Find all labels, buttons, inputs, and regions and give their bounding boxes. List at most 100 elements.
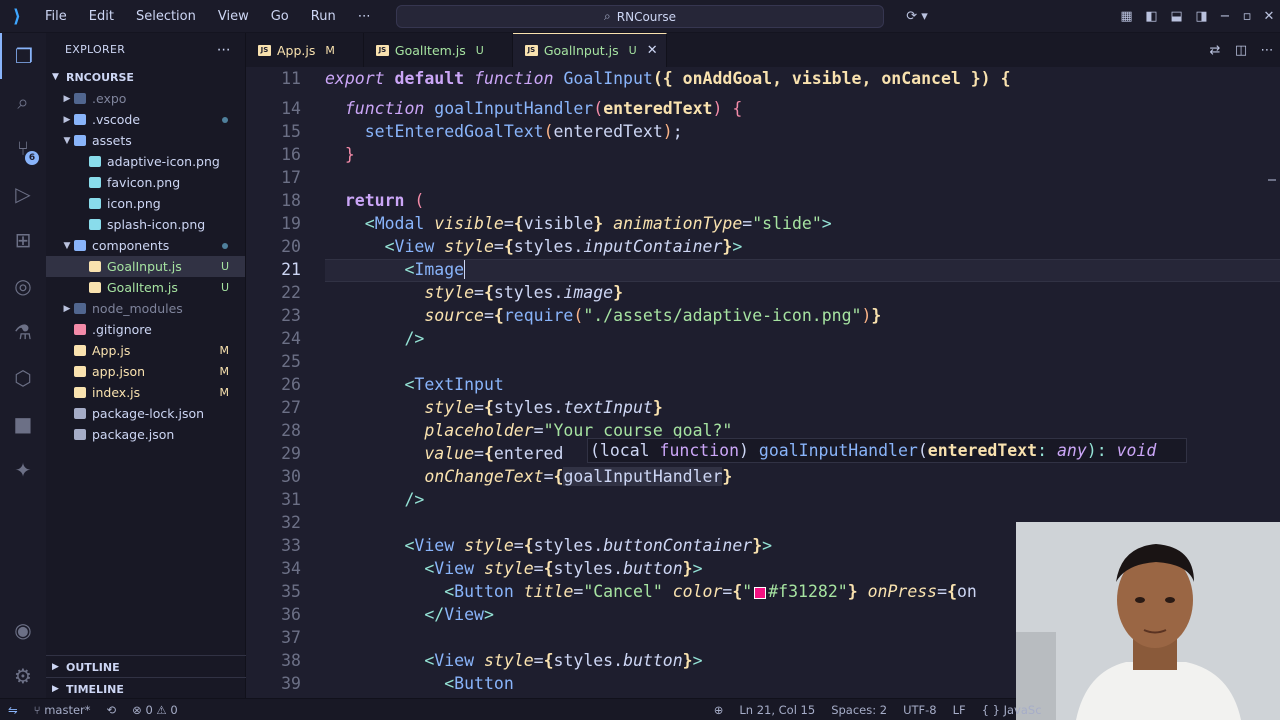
git-status-badge: M (219, 344, 230, 357)
remote-explorer-icon[interactable]: ◎ (0, 263, 46, 309)
account-icon[interactable]: ◉ (0, 607, 46, 653)
line-number: 34 (281, 559, 301, 578)
language-mode[interactable]: { } JavaSc (974, 703, 1050, 717)
file-item[interactable]: GoalInput.js U (46, 256, 245, 277)
folder-item[interactable]: ▶ .expo (46, 88, 245, 109)
search-view-icon[interactable]: ⌕ (0, 79, 46, 125)
js-file-icon: JS (375, 44, 389, 56)
copilot-chat-icon[interactable]: ✦ (0, 447, 46, 493)
file-item[interactable]: .gitignore (46, 319, 245, 340)
editor-tab[interactable]: JS App.js M (246, 33, 364, 67)
menu-item[interactable]: ⋯ (347, 0, 382, 33)
color-swatch[interactable] (754, 586, 767, 599)
line-number: 24 (281, 329, 301, 348)
file-item[interactable]: favicon.png (46, 172, 245, 193)
line-number: 33 (281, 536, 301, 555)
indentation[interactable]: Spaces: 2 (823, 703, 895, 717)
line-number: 20 (281, 237, 301, 256)
source-control-badge: 6 (25, 151, 39, 165)
encoding[interactable]: UTF-8 (895, 703, 945, 717)
tab-label: GoalInput.js (543, 43, 619, 58)
line-number: 21 (281, 260, 301, 279)
folder-item[interactable]: ▶ .vscode (46, 109, 245, 130)
tree-item-label: adaptive-icon.png (107, 154, 220, 169)
command-center[interactable]: ⌕ RNCourse (396, 5, 884, 28)
branch-name: master* (44, 702, 91, 717)
branch-item[interactable]: ⑂ master* (26, 703, 99, 717)
source-control-icon[interactable]: ⑂ (0, 125, 46, 171)
json-file-icon (74, 366, 86, 377)
explorer-sidebar: EXPLORER ⋯ ▼ RNCOURSE ▶ .expo ▶ .vscode ▼ ass… (46, 33, 246, 698)
cursor-position[interactable]: Ln 21, Col 15 (731, 703, 823, 717)
close-tab-icon[interactable]: ✕ (647, 43, 658, 58)
folder-item[interactable]: ▼ components (46, 235, 245, 256)
menu-bar: File Edit Selection View Go Run ⋯ (34, 0, 382, 33)
menu-item[interactable]: View (207, 0, 260, 33)
file-item[interactable]: index.js M (46, 382, 245, 403)
line-number: 25 (281, 352, 301, 371)
split-editor-icon[interactable]: ◫ (1228, 43, 1254, 58)
outline-section[interactable]: ▶ OUTLINE (46, 655, 246, 678)
code-line-27: style={styles.textInput} (424, 398, 663, 417)
remote-icon[interactable]: ⇋ (0, 703, 26, 717)
toggle-panel-icon[interactable]: ⬓ (1164, 9, 1189, 24)
code-line-22: style={styles.image} (424, 283, 624, 302)
folder-icon (74, 93, 86, 104)
tree-item-label: package-lock.json (92, 406, 205, 421)
menu-item[interactable]: Selection (125, 0, 207, 33)
more-actions-icon[interactable]: ⋯ (217, 42, 231, 58)
manage-gear-icon[interactable]: ⚙ (0, 653, 46, 699)
line-ending[interactable]: LF (945, 703, 974, 717)
editor-tab[interactable]: JS GoalItem.js U (364, 33, 513, 67)
zoom-icon[interactable]: ⊕ (706, 703, 732, 717)
layout-customize-icon[interactable]: ▦ (1114, 9, 1139, 24)
explorer-icon[interactable]: ❐ (0, 33, 46, 79)
menu-item[interactable]: File (34, 0, 78, 33)
file-item[interactable]: GoalItem.js U (46, 277, 245, 298)
run-debug-icon[interactable]: ▷ (0, 171, 46, 217)
testing-icon[interactable]: ⚗ (0, 309, 46, 355)
file-item[interactable]: package-lock.json (46, 403, 245, 424)
code-line-36: </View> (424, 605, 494, 624)
minimize-icon[interactable]: − (1214, 9, 1236, 24)
image-file-icon (89, 219, 101, 230)
file-item[interactable]: icon.png (46, 193, 245, 214)
extension-panel-icon[interactable]: ■ (0, 401, 46, 447)
file-item[interactable]: splash-icon.png (46, 214, 245, 235)
file-item[interactable]: App.js M (46, 340, 245, 361)
file-item[interactable]: app.json M (46, 361, 245, 382)
scroll-marker (1268, 179, 1276, 181)
timeline-title: TIMELINE (66, 682, 124, 696)
containers-icon[interactable]: ⬡ (0, 355, 46, 401)
toggle-secondary-sidebar-icon[interactable]: ◨ (1189, 9, 1214, 24)
timeline-section[interactable]: ▶ TIMELINE (46, 677, 246, 700)
folder-item[interactable]: ▼ assets (46, 130, 245, 151)
js-file-icon (89, 261, 101, 272)
menu-item[interactable]: Go (260, 0, 300, 33)
extensions-icon[interactable]: ⊞ (0, 217, 46, 263)
compare-icon[interactable]: ⇄ (1202, 43, 1228, 58)
toggle-sidebar-icon[interactable]: ◧ (1139, 9, 1164, 24)
code-line-15: setEnteredGoalText(enteredText); (364, 122, 683, 141)
folder-item[interactable]: ▶ node_modules (46, 298, 245, 319)
editor-tab[interactable]: JS GoalInput.js U ✕ (512, 33, 667, 67)
git-status-badge: U (220, 260, 229, 273)
line-number: 17 (281, 168, 301, 187)
file-item[interactable]: package.json (46, 424, 245, 445)
explorer-header: EXPLORER ⋯ (46, 33, 245, 66)
line-number: 36 (281, 605, 301, 624)
command-center-label: RNCourse (616, 9, 676, 24)
more-actions-icon[interactable]: ⋯ (1254, 43, 1280, 58)
menu-item[interactable]: Edit (78, 0, 125, 33)
code-line-11: export default function GoalInput({ onAd… (325, 69, 1011, 88)
sync-icon[interactable]: ⟲ (99, 703, 125, 717)
tab-label: App.js (277, 42, 316, 58)
close-window-icon[interactable]: ✕ (1258, 9, 1280, 24)
menu-item[interactable]: Run (300, 0, 347, 33)
maximize-icon[interactable]: ▫ (1236, 9, 1258, 24)
problems-item[interactable]: ⊗ 0 ⚠ 0 (124, 703, 186, 717)
code-line-19: <Modal visible={visible} animationType="… (364, 214, 832, 233)
file-item[interactable]: adaptive-icon.png (46, 151, 245, 172)
copilot-icon[interactable]: ⟳ ▾ (900, 9, 934, 24)
project-section[interactable]: ▼ RNCOURSE (46, 66, 245, 88)
